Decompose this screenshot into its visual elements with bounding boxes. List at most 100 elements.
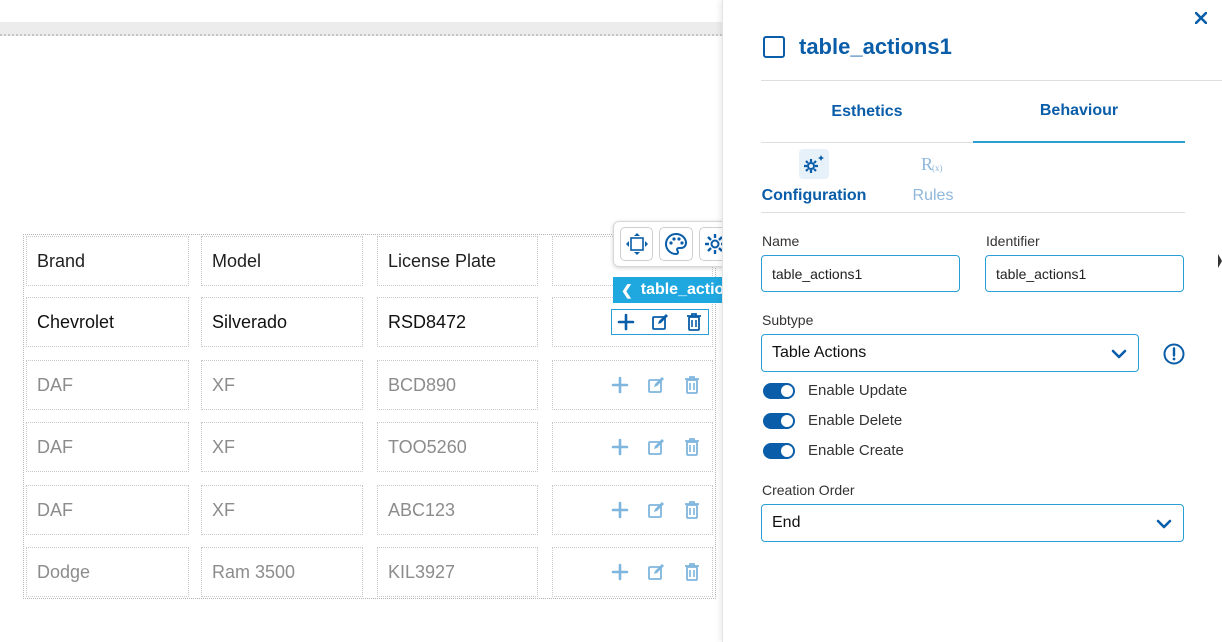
rules-formula-icon: R(x) — [921, 154, 943, 174]
toggle-label: Enable Update — [808, 382, 908, 399]
design-canvas: Brand Model License Plate Chevrolet Silv… — [0, 0, 722, 642]
cell-model: Ram 3500 — [201, 547, 363, 597]
cell-model: XF — [201, 360, 363, 410]
settings-button[interactable] — [698, 227, 722, 261]
delete-icon[interactable] — [681, 499, 703, 521]
cell-model: Silverado — [201, 297, 363, 347]
component-toolbar — [613, 221, 722, 267]
delete-icon[interactable] — [681, 436, 703, 458]
header-license-plate[interactable]: License Plate — [377, 236, 538, 286]
divider — [761, 142, 973, 143]
add-icon[interactable] — [609, 561, 631, 583]
header-brand[interactable]: Brand — [26, 236, 189, 286]
toggle-switch[interactable] — [763, 412, 795, 429]
table-row[interactable]: Chevrolet Silverado RSD8472 — [24, 297, 715, 347]
add-icon[interactable] — [609, 374, 631, 396]
subtab-configuration[interactable]: Configuration — [761, 148, 867, 205]
close-icon — [1195, 12, 1207, 24]
subtype-label: Subtype — [762, 312, 814, 328]
row-actions — [609, 499, 703, 521]
properties-panel: table_actions1 Esthetics Behaviour Confi… — [722, 0, 1222, 642]
tab-esthetics[interactable]: Esthetics — [761, 81, 973, 143]
creation-order-select[interactable]: End — [761, 504, 1184, 542]
cell-plate: RSD8472 — [377, 297, 538, 347]
table-row[interactable]: DAF XF ABC123 — [24, 485, 715, 535]
cell-actions — [552, 360, 713, 410]
cell-actions — [552, 297, 713, 347]
name-input[interactable]: table_actions1 — [761, 255, 960, 292]
edit-icon[interactable] — [645, 436, 667, 458]
toggle-switch[interactable] — [763, 442, 795, 459]
info-icon[interactable] — [1163, 343, 1185, 365]
component-tag-label: table_actions1 — [640, 281, 722, 298]
chevron-left-icon: ❮ — [621, 281, 633, 298]
subtab-configuration-label: Configuration — [761, 187, 867, 204]
cell-brand: DAF — [26, 360, 189, 410]
panel-subtabs: Configuration R (x) Rules — [761, 148, 1185, 213]
tab-behaviour[interactable]: Behaviour — [973, 81, 1185, 143]
delete-icon[interactable] — [681, 561, 703, 583]
name-label: Name — [762, 233, 800, 249]
header-model[interactable]: Model — [201, 236, 363, 286]
table-row[interactable]: DAF XF TOO5260 — [24, 422, 715, 472]
cell-brand: Dodge — [26, 547, 189, 597]
toggle-enable-create[interactable]: Enable Create — [763, 442, 904, 459]
canvas-top-strip — [0, 22, 722, 36]
creation-order-value: End — [772, 514, 801, 531]
delete-icon[interactable] — [681, 374, 703, 396]
panel-header: table_actions1 — [763, 34, 952, 60]
chevron-down-icon — [1156, 519, 1172, 529]
cell-model: XF — [201, 485, 363, 535]
add-icon[interactable] — [609, 499, 631, 521]
toggle-label: Enable Delete — [808, 412, 903, 429]
edit-icon[interactable] — [645, 374, 667, 396]
edit-icon[interactable] — [645, 561, 667, 583]
table-actions-component[interactable] — [611, 309, 709, 335]
svg-text:(x): (x) — [932, 163, 943, 173]
move-button[interactable] — [620, 227, 654, 261]
cell-actions — [552, 422, 713, 472]
table-header-row: Brand Model License Plate — [24, 236, 715, 286]
identifier-label: Identifier — [986, 233, 1040, 249]
gear-icon — [705, 234, 722, 254]
close-button[interactable] — [1193, 10, 1209, 26]
toggle-switch[interactable] — [763, 382, 795, 399]
row-actions — [609, 561, 703, 583]
edit-icon[interactable] — [645, 499, 667, 521]
subtype-value: Table Actions — [772, 344, 867, 361]
subtab-rules[interactable]: R (x) Rules — [901, 148, 965, 205]
style-button[interactable] — [659, 227, 693, 261]
table-row[interactable]: DAF XF BCD890 — [24, 360, 715, 410]
edit-icon[interactable] — [649, 311, 671, 333]
toggle-enable-delete[interactable]: Enable Delete — [763, 412, 902, 429]
subtab-rules-label: Rules — [912, 187, 954, 204]
creation-order-label: Creation Order — [762, 482, 855, 498]
cell-brand: DAF — [26, 422, 189, 472]
component-square-icon — [763, 36, 785, 58]
row-actions — [609, 374, 703, 396]
cell-brand: DAF — [26, 485, 189, 535]
edge-arrow-icon — [1218, 254, 1222, 268]
cell-model: XF — [201, 422, 363, 472]
cell-plate: KIL3927 — [377, 547, 538, 597]
palette-icon — [664, 232, 687, 256]
panel-tabs: Esthetics Behaviour — [761, 81, 1185, 143]
cell-plate: BCD890 — [377, 360, 538, 410]
move-icon — [625, 233, 648, 255]
cell-brand: Chevrolet — [26, 297, 189, 347]
add-icon[interactable] — [615, 311, 637, 333]
cell-plate: TOO5260 — [377, 422, 538, 472]
component-breadcrumb-tag[interactable]: ❮ table_actions1 — [613, 277, 722, 303]
panel-title: table_actions1 — [799, 34, 952, 59]
cell-plate: ABC123 — [377, 485, 538, 535]
chevron-down-icon — [1111, 349, 1127, 359]
gears-sparkle-icon — [804, 155, 824, 173]
subtype-select[interactable]: Table Actions — [761, 334, 1139, 372]
cell-actions — [552, 485, 713, 535]
table-row[interactable]: Dodge Ram 3500 KIL3927 — [24, 547, 715, 597]
identifier-input[interactable]: table_actions1 — [985, 255, 1184, 292]
toggle-enable-update[interactable]: Enable Update — [763, 382, 907, 399]
cell-actions — [552, 547, 713, 597]
add-icon[interactable] — [609, 436, 631, 458]
delete-icon[interactable] — [683, 311, 705, 333]
